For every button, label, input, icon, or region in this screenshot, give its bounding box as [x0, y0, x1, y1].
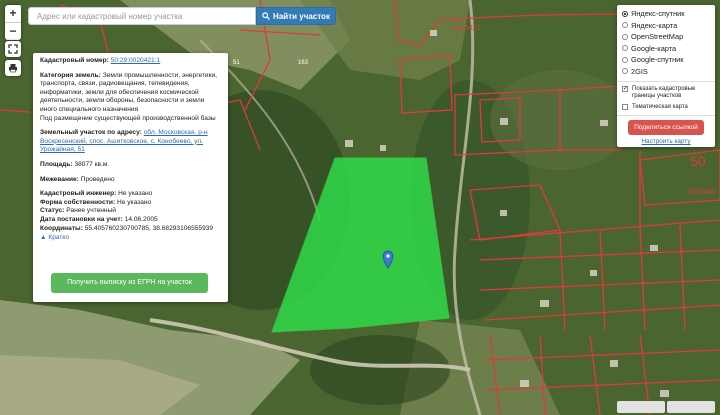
land-category-label: Категория земель: [40, 71, 101, 79]
short-toggle[interactable]: ▲ Кратко [40, 234, 221, 243]
layer-option-openstreetmap[interactable]: OpenStreetMap [622, 31, 710, 43]
show-boundaries-checkbox[interactable]: ✓ Показать кадастровые границы участков [622, 86, 710, 100]
survey-label: Межевание: [40, 175, 79, 183]
zoom-control: + − [5, 5, 21, 40]
setup-map-link[interactable]: Настроить карту [622, 138, 710, 145]
layer-option-google-satellite[interactable]: Google-спутник [622, 54, 710, 66]
short-toggle-label: Кратко [48, 234, 70, 242]
search-icon [262, 12, 270, 20]
cadastral-number-link[interactable]: 50:29:0020421:1 [111, 57, 161, 64]
layers-panel: Яндекс-спутник Яндекс-карта OpenStreetMa… [617, 5, 715, 147]
egrn-extract-button[interactable]: Получить выписку из ЕГРН на участок [51, 273, 208, 293]
map-label-0020406: 0020406 [688, 189, 715, 196]
ownership-label: Форма собственности: [40, 198, 116, 206]
layer-option-label: OpenStreetMap [631, 32, 684, 42]
thematic-map-checkbox[interactable]: Тематическая карта [622, 104, 710, 111]
thematic-map-label: Тематическая карта [632, 104, 688, 110]
print-button[interactable] [5, 60, 21, 76]
share-link-button[interactable]: Поделиться ссылкой [628, 120, 704, 135]
layer-option-label: 2GIS [631, 66, 648, 76]
radio-icon [622, 33, 628, 40]
layer-option-label: Google-карта [631, 43, 677, 53]
coordinates-value: 55.405760230700785, 38.68293106555939 [84, 224, 214, 232]
map-attribution [617, 401, 665, 413]
map-attribution-logo [667, 401, 715, 413]
address-label: Земельный участок по адресу: [40, 129, 142, 137]
engineer-value: Не указано [118, 190, 153, 198]
cadastral-number-label: Кадастровый номер: [40, 57, 109, 64]
area-value: 38077 кв.м. [74, 160, 110, 168]
show-boundaries-label: Показать кадастровые границы участков [632, 86, 696, 99]
layer-option-google-map[interactable]: Google-карта [622, 43, 710, 55]
zoom-in-button[interactable]: + [5, 5, 21, 23]
status-value: Ранее учтенный [66, 207, 116, 215]
engineer-label: Кадастровый инженер: [40, 190, 117, 198]
layer-option-label: Google-спутник [631, 55, 684, 65]
search-button[interactable]: Найти участок [256, 7, 336, 25]
layer-option-yandex-map[interactable]: Яндекс-карта [622, 20, 710, 32]
checkbox-icon [622, 104, 628, 110]
fullscreen-button[interactable] [5, 41, 21, 57]
search-input[interactable] [28, 7, 256, 25]
checkbox-checked-icon: ✓ [622, 86, 629, 92]
radio-icon [622, 56, 628, 63]
radio-icon [622, 45, 628, 52]
layer-option-label: Яндекс-карта [631, 20, 678, 30]
layer-option-label: Яндекс-спутник [631, 9, 685, 19]
radio-icon [622, 68, 628, 75]
map-label-0020421: 0020421 [453, 25, 480, 32]
radio-icon [622, 22, 628, 29]
parcel-info-panel: Кадастровый номер: 50:29:0020421:1 Катег… [33, 53, 228, 302]
registration-date-label: Дата постановки на учет: [40, 215, 123, 223]
layer-option-2gis[interactable]: 2GIS [622, 66, 710, 78]
search-button-label: Найти участок [273, 11, 330, 21]
survey-value: Проведено [80, 175, 115, 183]
registration-date-value: 14.06.2005 [124, 215, 158, 223]
coordinates-label: Координаты: [40, 224, 83, 232]
map-label-163: 163 [298, 60, 309, 66]
fullscreen-icon [8, 44, 18, 54]
radio-selected-icon [622, 10, 628, 17]
land-purpose-value: Под размещение существующей производстве… [40, 114, 216, 122]
divider [617, 115, 715, 116]
layer-option-yandex-satellite[interactable]: Яндекс-спутник [622, 8, 710, 20]
divider [617, 81, 715, 82]
map-label-50: 50 [690, 153, 706, 169]
zoom-out-button[interactable]: − [5, 23, 21, 40]
print-icon [9, 64, 17, 73]
ownership-value: Не указано [117, 198, 152, 206]
status-label: Статус: [40, 207, 65, 215]
map-label-51: 51 [233, 60, 240, 66]
area-label: Площадь: [40, 160, 73, 168]
